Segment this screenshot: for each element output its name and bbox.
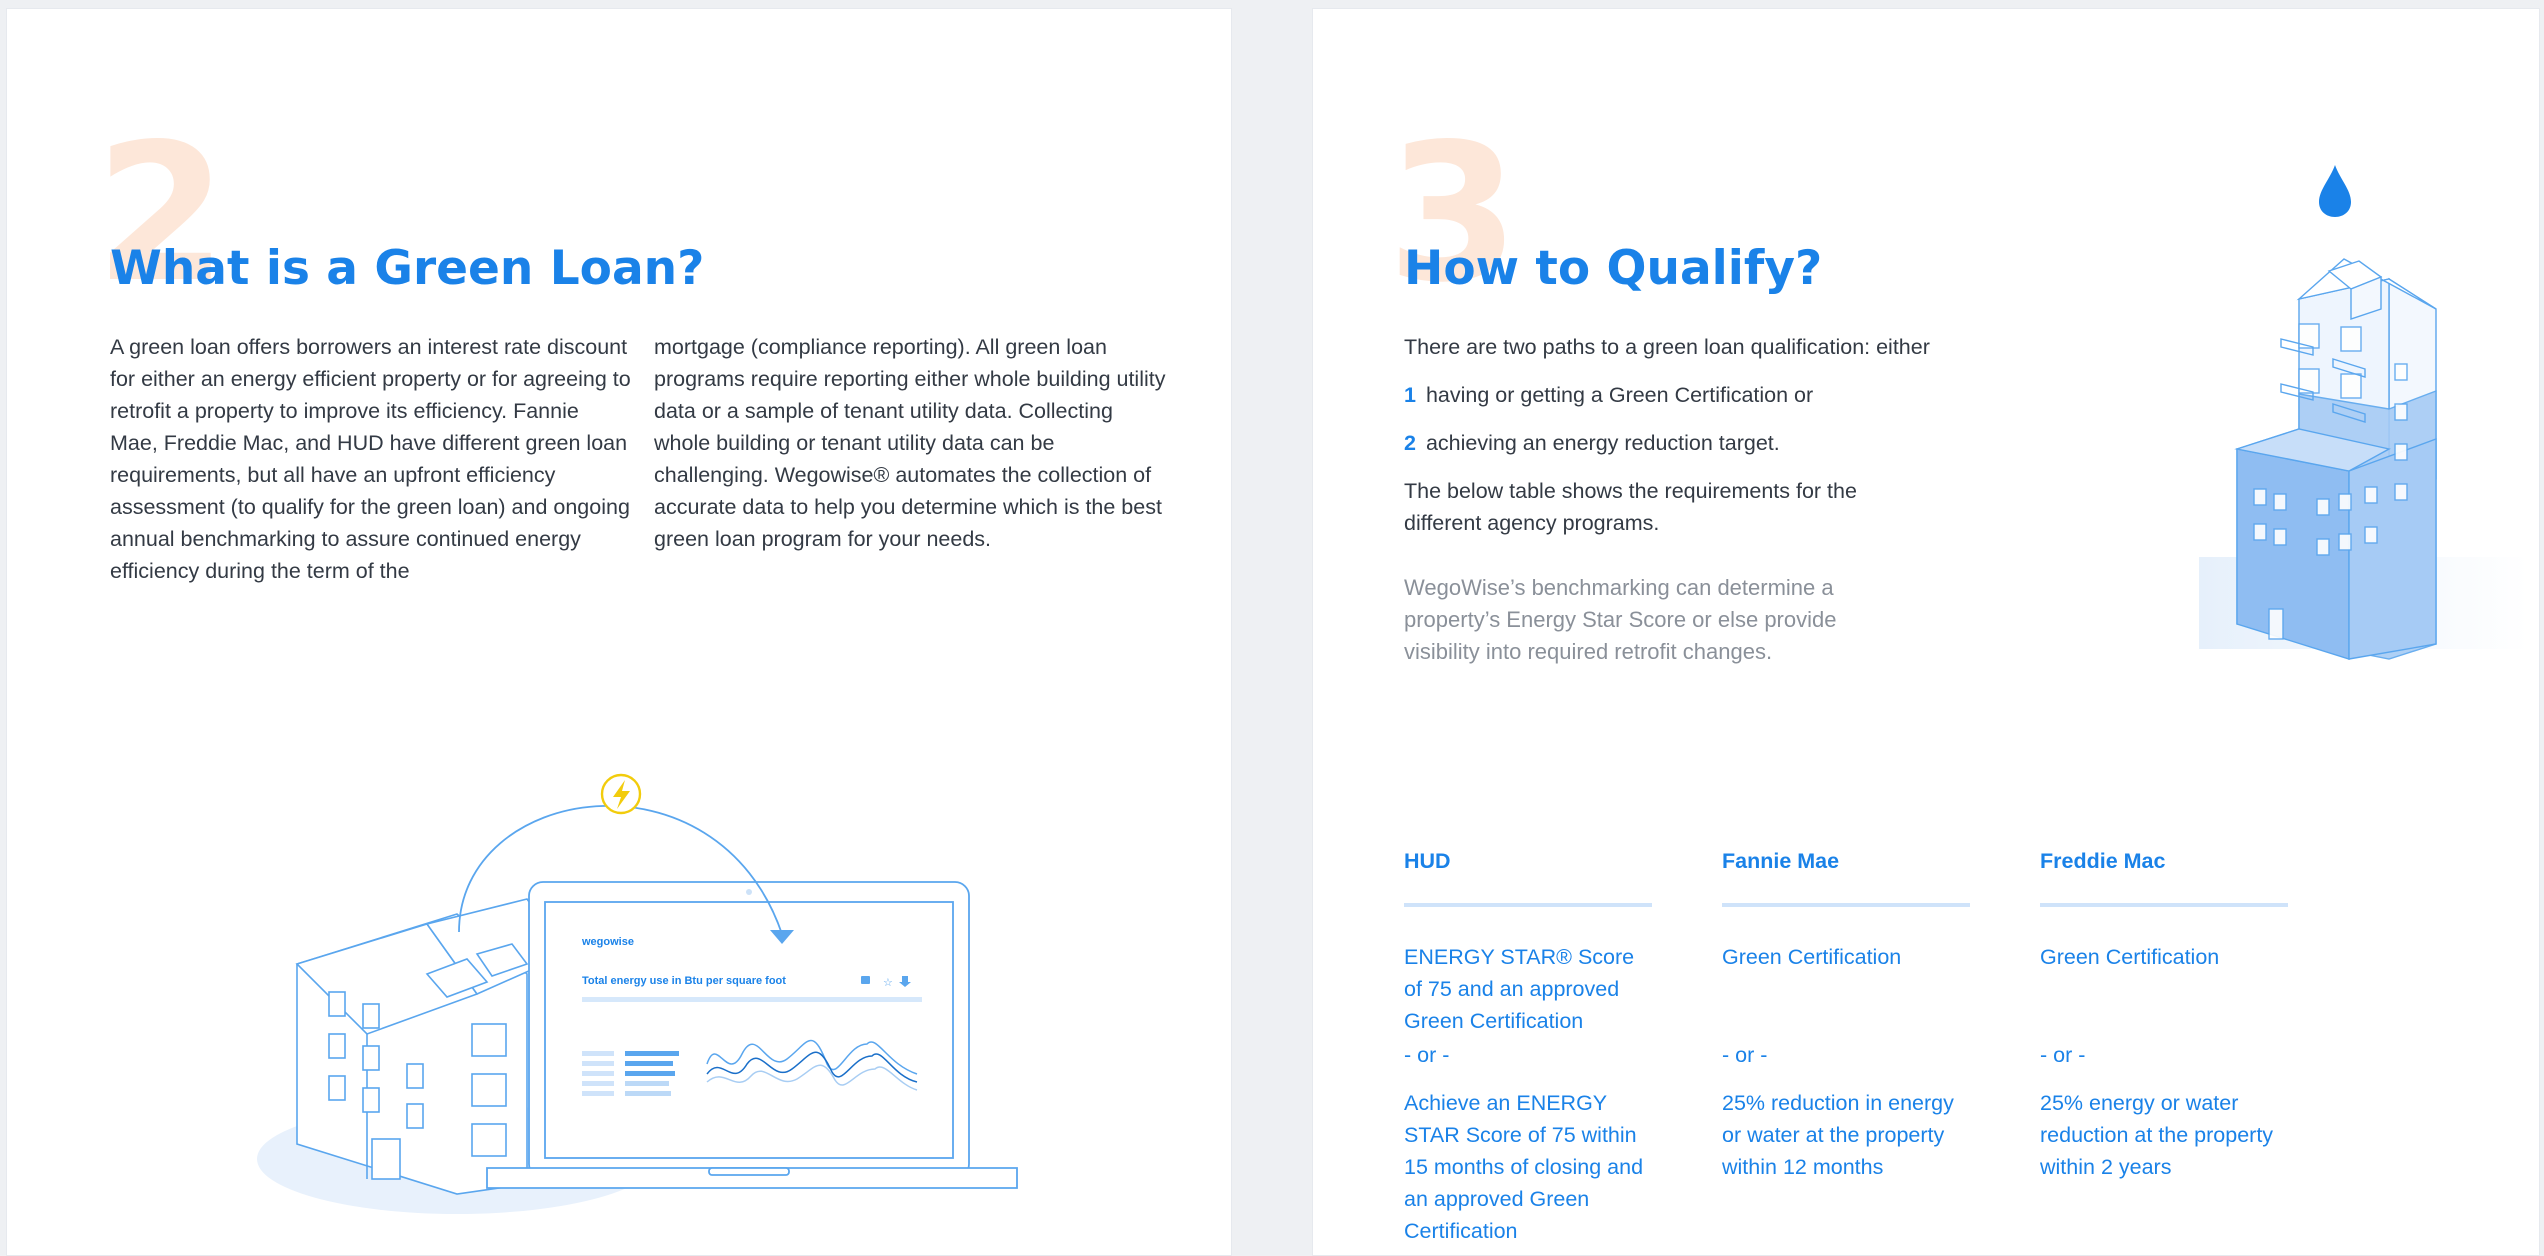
or-separator: - or -: [1722, 1043, 1768, 1067]
program-column-freddie-mac: Freddie Mac Green Certification - or - 2…: [2040, 845, 2288, 1179]
program-option-1: Green Certification: [2040, 945, 2220, 969]
laptop-icon: [486, 881, 1018, 1189]
program-option-1: Green Certification: [1722, 945, 1902, 969]
program-name: Fannie Mae: [1722, 849, 1840, 873]
laptop-brand: wegowise: [581, 936, 634, 948]
column-divider: [1404, 903, 1652, 907]
path-item: 2 achieving an energy reduction target.: [1404, 427, 1944, 459]
paragraph-column-2: mortgage (compliance reporting). All gre…: [654, 331, 1174, 555]
or-separator: - or -: [1404, 1043, 1450, 1067]
paragraph-text: A green loan offers borrowers an interes…: [110, 335, 631, 583]
program-option-1: ENERGY STAR® Score of 75 and an approved…: [1404, 945, 1635, 1033]
path-text: achieving an energy reduction target.: [1425, 431, 1780, 455]
qualify-illustration: [2199, 165, 2529, 660]
page-right: 3 How to Qualify? There are two paths to…: [1312, 8, 2540, 1256]
path-number: 2: [1404, 431, 1416, 455]
page-title: How to Qualify?: [1404, 241, 1823, 296]
program-column-hud: HUD ENERGY STAR® Score of 75 and an appr…: [1404, 845, 1652, 1243]
svg-text:☆: ☆: [883, 976, 893, 989]
program-name: HUD: [1404, 849, 1451, 873]
building-icon: [295, 898, 569, 1195]
program-name: Freddie Mac: [2040, 849, 2166, 873]
water-drop-icon: [2319, 165, 2351, 217]
path-item: 1 having or getting a Green Certification…: [1404, 379, 1944, 411]
or-separator: - or -: [2040, 1043, 2086, 1067]
paragraph-column-1: A green loan offers borrowers an interes…: [110, 331, 632, 587]
laptop-chart-title: Total energy use in Btu per square foot: [582, 975, 786, 987]
paragraph-text: mortgage (compliance reporting). All gre…: [654, 335, 1166, 551]
program-option-2: Achieve an ENERGY STAR Score of 75 withi…: [1404, 1091, 1644, 1243]
intro-text: There are two paths to a green loan qual…: [1404, 335, 1930, 359]
path-number: 1: [1404, 383, 1416, 407]
path-text: having or getting a Green Certification …: [1425, 383, 1814, 407]
building-icon: [2234, 258, 2437, 660]
page-title: What is a Green Loan?: [110, 241, 705, 296]
benchmark-note: WegoWise’s benchmarking can determine a …: [1404, 575, 1837, 664]
green-loan-illustration: wegowise Total energy use in Btu per squ…: [257, 773, 1018, 1214]
lightning-icon: [600, 773, 642, 815]
table-intro: The below table shows the requirements f…: [1404, 479, 1857, 535]
program-option-2: 25% energy or water reduction at the pro…: [2040, 1091, 2274, 1179]
page-left: 2 What is a Green Loan? A green loan off…: [6, 8, 1232, 1256]
column-divider: [2040, 903, 2288, 907]
program-option-2: 25% reduction in energy or water at the …: [1722, 1091, 1954, 1179]
program-column-fannie-mae: Fannie Mae Green Certification - or - 25…: [1722, 845, 1970, 1179]
column-divider: [1722, 903, 1970, 907]
